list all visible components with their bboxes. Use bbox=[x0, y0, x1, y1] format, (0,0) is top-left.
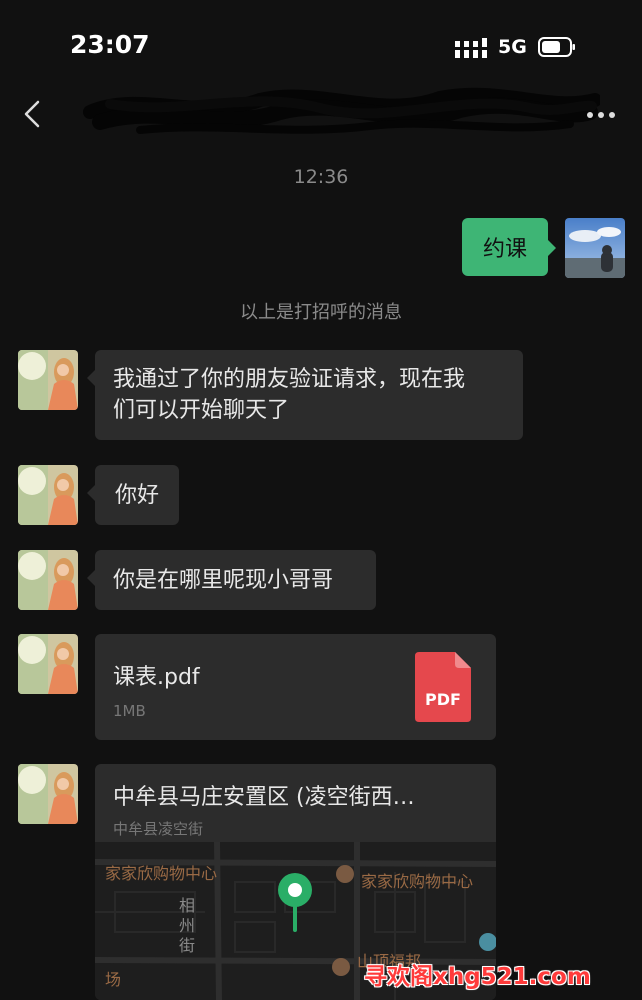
battery-icon bbox=[538, 37, 575, 57]
network-label: 5G bbox=[498, 36, 527, 58]
contact-avatar[interactable] bbox=[18, 350, 78, 410]
system-notice: 以上是打招呼的消息 bbox=[240, 302, 402, 323]
self-avatar[interactable] bbox=[565, 218, 625, 278]
contact-avatar[interactable] bbox=[18, 550, 78, 610]
pdf-icon-label: PDF bbox=[425, 690, 461, 709]
watermark-text: 寻欢阁xhg521.com bbox=[364, 964, 591, 990]
bubble-tail bbox=[87, 485, 95, 501]
map-poi-label: 家家欣购物中心 bbox=[105, 864, 218, 883]
sent-message-text: 约课 bbox=[482, 237, 527, 262]
message-text: 你是在哪里呢现小哥哥 bbox=[113, 567, 334, 593]
message-text: 你好 bbox=[114, 482, 159, 508]
more-options-icon[interactable] bbox=[585, 110, 617, 120]
message-text-line: 我通过了你的朋友验证请求，现在我 bbox=[113, 367, 466, 392]
file-name: 课表.pdf bbox=[113, 665, 200, 690]
location-title: 中牟县马庄安置区 (凌空街西… bbox=[113, 785, 415, 810]
map-edge-label: 场 bbox=[105, 970, 122, 989]
message-timestamp: 12:36 bbox=[293, 166, 349, 188]
message-text-line: 们可以开始聊天了 bbox=[113, 398, 290, 423]
received-message-bubble[interactable]: 你是在哪里呢现小哥哥 bbox=[87, 550, 376, 610]
back-arrow-icon[interactable] bbox=[20, 98, 44, 130]
contact-avatar[interactable] bbox=[18, 634, 78, 694]
chat-title-redacted bbox=[83, 87, 600, 134]
bubble-tail bbox=[548, 240, 556, 256]
map-poi-label: 家家欣购物中心 bbox=[361, 872, 474, 891]
map-street-label: 相州街 bbox=[179, 896, 196, 955]
contact-avatar[interactable] bbox=[18, 465, 78, 525]
file-message-card[interactable]: 课表.pdf 1MB PDF bbox=[95, 634, 496, 740]
contact-avatar[interactable] bbox=[18, 764, 78, 824]
sent-message-bubble[interactable]: 约课 bbox=[462, 218, 556, 276]
map-pin-icon bbox=[278, 873, 312, 932]
file-size: 1MB bbox=[113, 702, 146, 720]
status-time: 23:07 bbox=[70, 30, 150, 59]
received-message-bubble[interactable]: 我通过了你的朋友验证请求，现在我 们可以开始聊天了 bbox=[87, 350, 523, 440]
signal-icon bbox=[455, 38, 487, 58]
bubble-tail bbox=[87, 370, 95, 386]
bubble-tail bbox=[87, 570, 95, 586]
received-message-bubble[interactable]: 你好 bbox=[87, 465, 179, 525]
location-subtitle: 中牟县凌空街 bbox=[113, 820, 204, 838]
